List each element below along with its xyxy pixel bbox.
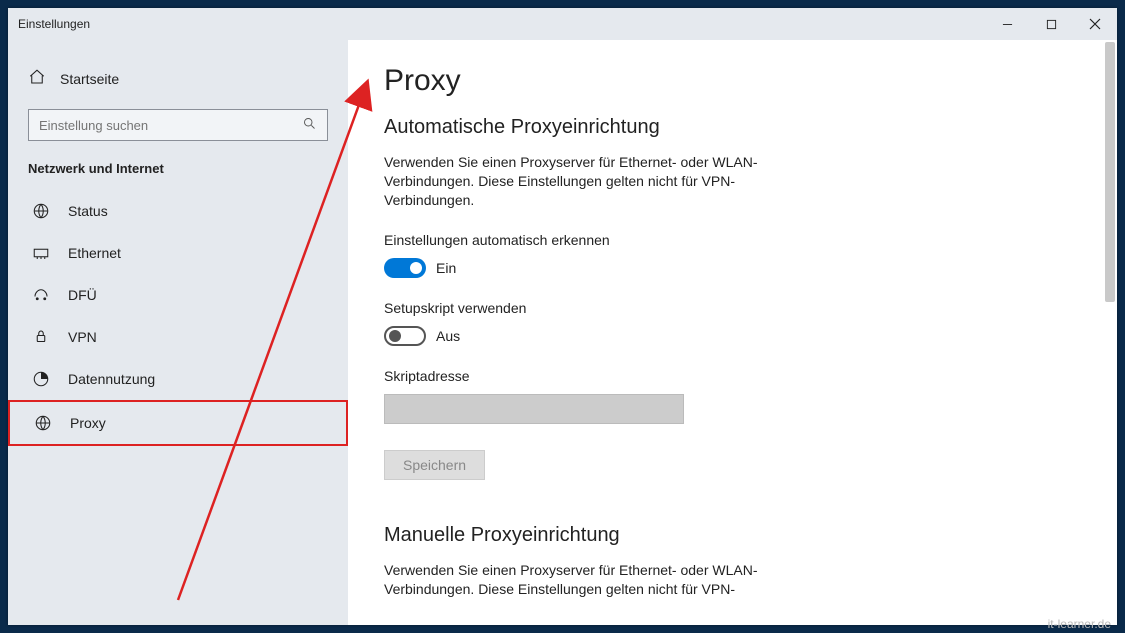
save-button[interactable]: Speichern <box>384 450 485 480</box>
window-controls <box>985 8 1117 40</box>
detect-toggle-state: Ein <box>436 260 456 276</box>
sidebar-item-dialup[interactable]: DFÜ <box>8 274 348 316</box>
settings-window: Einstellungen Startseite <box>8 8 1117 625</box>
search-box[interactable] <box>28 109 328 141</box>
window-body: Startseite Netzwerk und Internet Status <box>8 40 1117 625</box>
vpn-icon <box>32 328 50 346</box>
scrollbar[interactable] <box>1105 42 1115 302</box>
watermark: it-learner.de <box>1048 617 1111 631</box>
sidebar-home[interactable]: Startseite <box>8 60 348 97</box>
sidebar-item-ethernet[interactable]: Ethernet <box>8 232 348 274</box>
titlebar: Einstellungen <box>8 8 1117 40</box>
sidebar-item-label: VPN <box>68 329 97 345</box>
detect-toggle[interactable] <box>384 258 426 278</box>
sidebar: Startseite Netzwerk und Internet Status <box>8 40 348 625</box>
search-input[interactable] <box>39 118 302 133</box>
script-toggle-state: Aus <box>436 328 460 344</box>
data-usage-icon <box>32 370 50 388</box>
addr-input[interactable] <box>384 394 684 424</box>
detect-label: Einstellungen automatisch erkennen <box>384 232 1117 248</box>
globe-icon <box>32 202 50 220</box>
sidebar-item-label: DFÜ <box>68 287 97 303</box>
home-icon <box>28 68 46 89</box>
main-content: Proxy Automatische Proxyeinrichtung Verw… <box>348 40 1117 625</box>
nav-header: Netzwerk und Internet <box>8 161 348 190</box>
save-button-label: Speichern <box>403 457 466 473</box>
section-desc-manual: Verwenden Sie einen Proxyserver für Ethe… <box>384 561 804 599</box>
maximize-button[interactable] <box>1029 8 1073 40</box>
dialup-icon <box>32 286 50 304</box>
sidebar-item-datausage[interactable]: Datennutzung <box>8 358 348 400</box>
ethernet-icon <box>32 244 50 262</box>
script-toggle[interactable] <box>384 326 426 346</box>
section-title-auto: Automatische Proxyeinrichtung <box>384 116 1117 139</box>
sidebar-item-label: Proxy <box>70 415 106 431</box>
sidebar-item-vpn[interactable]: VPN <box>8 316 348 358</box>
script-toggle-row: Aus <box>384 326 1117 346</box>
window-title: Einstellungen <box>18 17 90 31</box>
search-icon <box>302 116 317 134</box>
sidebar-item-label: Status <box>68 203 108 219</box>
sidebar-item-label: Ethernet <box>68 245 121 261</box>
page-title: Proxy <box>384 64 1117 98</box>
sidebar-item-status[interactable]: Status <box>8 190 348 232</box>
sidebar-home-label: Startseite <box>60 71 119 87</box>
script-label: Setupskript verwenden <box>384 300 1117 316</box>
detect-toggle-row: Ein <box>384 258 1117 278</box>
sidebar-item-label: Datennutzung <box>68 371 155 387</box>
minimize-button[interactable] <box>985 8 1029 40</box>
addr-label: Skriptadresse <box>384 368 1117 384</box>
section-desc-auto: Verwenden Sie einen Proxyserver für Ethe… <box>384 153 804 210</box>
section-title-manual: Manuelle Proxyeinrichtung <box>384 524 1117 547</box>
close-button[interactable] <box>1073 8 1117 40</box>
proxy-icon <box>34 414 52 432</box>
sidebar-item-proxy[interactable]: Proxy <box>8 400 348 446</box>
